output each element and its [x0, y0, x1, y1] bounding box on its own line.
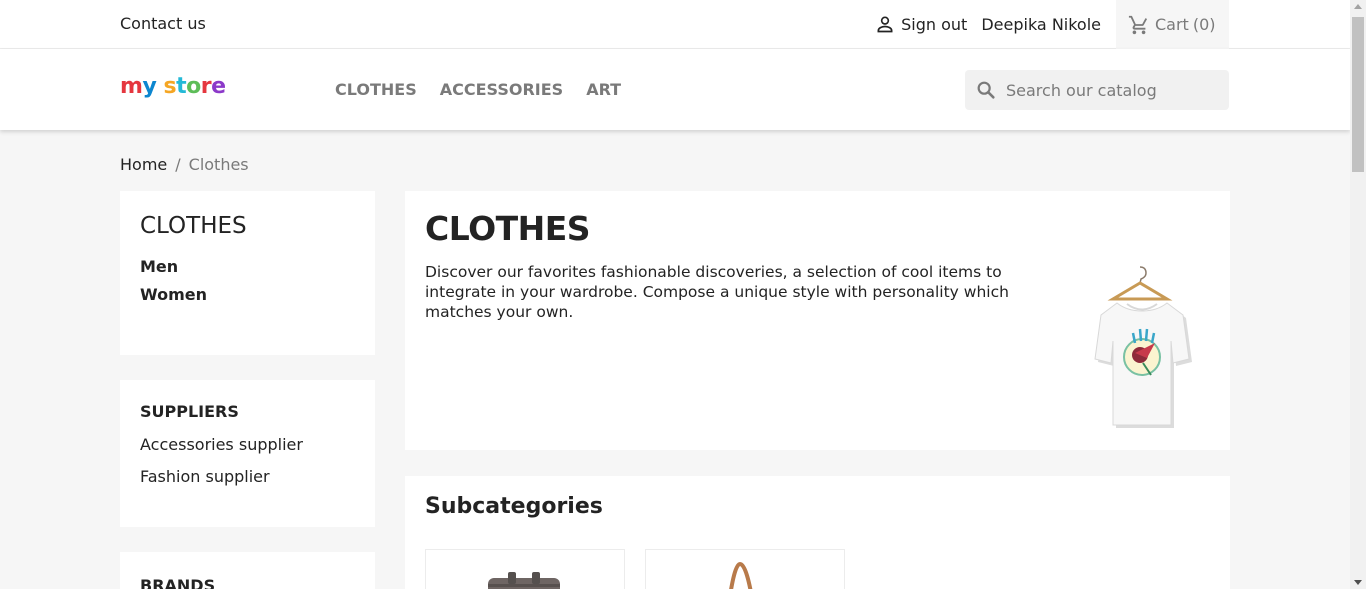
main-navigation: CLOTHES ACCESSORIES ART: [335, 80, 621, 99]
person-icon: [877, 16, 893, 33]
category-title: CLOTHES: [425, 209, 591, 248]
supplier-item-accessories[interactable]: Accessories supplier: [140, 429, 355, 461]
search-box: [965, 70, 1229, 110]
supplier-item-fashion[interactable]: Fashion supplier: [140, 461, 355, 493]
sign-out-link[interactable]: Sign out: [901, 15, 967, 34]
subcategories-title: Subcategories: [425, 494, 603, 519]
main-header: my store CLOTHES ACCESSORIES ART: [0, 49, 1350, 130]
cart-button[interactable]: Cart (0): [1116, 0, 1229, 49]
subcategory-card-women[interactable]: [645, 549, 845, 589]
category-tshirt-image: [1094, 266, 1192, 428]
suppliers-panel: SUPPLIERS Accessories supplier Fashion s…: [120, 380, 375, 527]
category-item-men[interactable]: Men: [140, 253, 355, 281]
breadcrumb-home[interactable]: Home: [120, 155, 167, 174]
scroll-up-icon[interactable]: [1354, 4, 1362, 9]
search-icon[interactable]: [975, 79, 997, 101]
category-item-women[interactable]: Women: [140, 281, 355, 309]
scrollbar-thumb[interactable]: [1352, 17, 1364, 172]
search-input[interactable]: [1006, 80, 1216, 100]
account-name-link[interactable]: Deepika Nikole: [981, 15, 1101, 34]
category-description: Discover our favorites fashionable disco…: [425, 263, 1009, 321]
subcategory-backpack-image: [488, 572, 560, 589]
suppliers-title: SUPPLIERS: [140, 402, 239, 421]
brands-title: BRANDS: [140, 576, 216, 589]
store-logo[interactable]: my store: [120, 74, 226, 99]
category-header-panel: CLOTHES Discover our favorites fashionab…: [405, 191, 1230, 450]
cart-label: Cart: [1155, 15, 1189, 34]
nav-clothes[interactable]: CLOTHES: [335, 80, 417, 99]
cart-count: (0): [1192, 15, 1216, 34]
scroll-down-icon[interactable]: [1354, 580, 1362, 585]
nav-accessories[interactable]: ACCESSORIES: [440, 80, 563, 99]
category-tree-panel: CLOTHES Men Women: [120, 191, 375, 355]
breadcrumb-separator: /: [175, 155, 181, 174]
nav-art[interactable]: ART: [586, 80, 621, 99]
brands-panel: BRANDS: [120, 552, 375, 589]
page-scrollbar[interactable]: [1350, 0, 1366, 589]
subcategories-panel: Subcategories: [405, 476, 1230, 589]
category-tree-title[interactable]: CLOTHES: [140, 213, 355, 239]
shopping-cart-icon: [1128, 15, 1148, 34]
breadcrumb-current: Clothes: [188, 155, 249, 174]
subcategory-handbag-image: [729, 561, 753, 589]
user-area: Sign out Deepika Nikole: [875, 14, 1101, 34]
subcategory-card-men[interactable]: [425, 549, 625, 589]
breadcrumb: Home / Clothes: [120, 155, 249, 174]
contact-us-link[interactable]: Contact us: [120, 14, 206, 33]
